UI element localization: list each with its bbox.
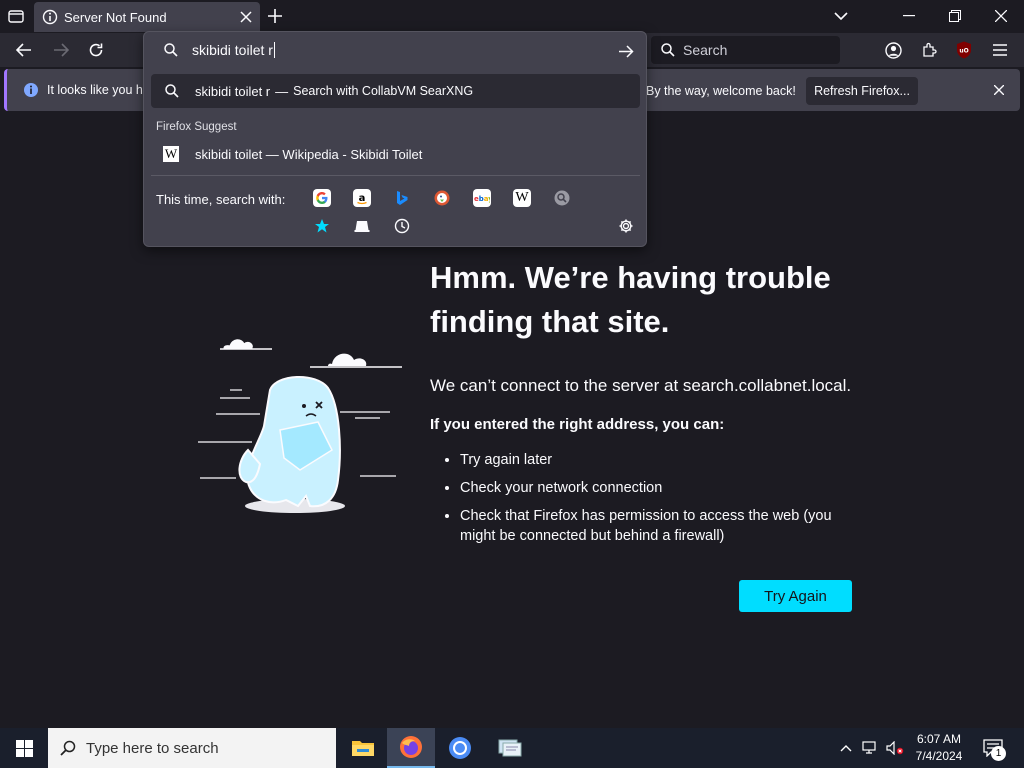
firefox-taskbar-icon[interactable] — [387, 728, 435, 768]
taskbar-search-placeholder: Type here to search — [86, 739, 219, 757]
clock-time: 6:07 AM — [916, 732, 962, 746]
duckduckgo-engine-icon[interactable] — [433, 189, 451, 207]
extensions-icon[interactable] — [919, 40, 939, 60]
error-illustration — [198, 339, 402, 513]
search-icon — [165, 84, 179, 98]
url-input-value: skibidi toilet r — [192, 42, 273, 58]
minimize-icon[interactable] — [899, 6, 919, 26]
refresh-firefox-button[interactable]: Refresh Firefox... — [806, 77, 918, 105]
forward-icon[interactable] — [51, 40, 71, 60]
svg-text:ebay: ebay — [474, 195, 490, 203]
menu-icon[interactable] — [990, 40, 1010, 60]
tabs-engine-icon[interactable] — [353, 217, 371, 235]
search-icon — [164, 43, 178, 57]
search-icon — [661, 43, 675, 57]
file-explorer-icon[interactable] — [339, 728, 387, 768]
tab-title: Server Not Found — [64, 9, 167, 25]
volume-muted-icon[interactable] — [885, 738, 905, 758]
list-all-tabs-icon[interactable] — [831, 6, 851, 26]
close-window-icon[interactable] — [991, 6, 1011, 26]
suggestion-title: skibidi toilet — Wikipedia - Skibidi Toi… — [195, 146, 423, 162]
search-suggestion-row[interactable]: skibidi toilet r — Search with CollabVM … — [151, 74, 640, 108]
bing-engine-icon[interactable] — [393, 189, 411, 207]
search-icon — [60, 740, 76, 756]
list-item: Try again later — [460, 450, 865, 470]
urlbar-dropdown: skibidi toilet r skibidi toilet r — Sear… — [143, 31, 647, 247]
taskbar-search-box[interactable]: Type here to search — [48, 728, 336, 768]
tab-list-icon[interactable] — [6, 6, 26, 26]
suggestion-action: Search with CollabVM SearXNG — [293, 84, 474, 98]
error-subheading: If you entered the right address, you ca… — [430, 416, 725, 433]
suggestion-separator: — — [275, 83, 289, 99]
search-with-label: This time, search with: — [156, 192, 286, 207]
notification-text-left: It looks like you ha — [47, 83, 150, 97]
firefox-suggest-heading: Firefox Suggest — [156, 121, 237, 133]
error-headline: Hmm. We’re having trouble finding that s… — [430, 260, 831, 339]
bookmarks-engine-icon[interactable] — [313, 217, 331, 235]
network-icon[interactable] — [861, 738, 879, 758]
new-tab-icon[interactable] — [265, 6, 285, 26]
info-icon — [23, 82, 39, 98]
chevron-up-icon[interactable] — [838, 738, 854, 758]
svg-text:uO: uO — [959, 48, 968, 55]
wikipedia-icon: W — [163, 146, 179, 162]
info-icon — [42, 9, 58, 25]
settings-gear-icon[interactable] — [617, 217, 635, 235]
back-icon[interactable] — [14, 40, 34, 60]
chromium-taskbar-icon[interactable] — [436, 728, 484, 768]
url-input[interactable]: skibidi toilet r — [144, 32, 646, 68]
svg-text:a: a — [359, 193, 366, 204]
reload-icon[interactable] — [86, 40, 106, 60]
ebay-engine-icon[interactable]: ebay — [473, 189, 491, 207]
amazon-engine-icon[interactable]: a — [353, 189, 371, 207]
search-bar[interactable]: Search — [651, 36, 840, 64]
app-taskbar-icon[interactable] — [485, 728, 533, 768]
google-engine-icon[interactable] — [313, 189, 331, 207]
suggestions-list: Try again later Check your network conne… — [445, 450, 865, 554]
divider — [151, 175, 640, 176]
tab-active[interactable]: Server Not Found — [34, 2, 260, 32]
list-item: Check that Firefox has permission to acc… — [460, 506, 865, 546]
account-icon[interactable] — [883, 40, 903, 60]
error-description: We can’t connect to the server at search… — [430, 376, 852, 395]
wikipedia-suggestion-row[interactable]: W skibidi toilet — Wikipedia - Skibidi T… — [151, 140, 640, 168]
suggestion-query: skibidi toilet r — [195, 83, 271, 99]
searxng-engine-icon[interactable] — [553, 189, 571, 207]
history-engine-icon[interactable] — [393, 217, 411, 235]
wikipedia-engine-icon[interactable]: W — [513, 189, 531, 207]
clock[interactable]: 6:07 AM 7/4/2024 — [910, 731, 968, 765]
ublock-origin-icon[interactable]: uO — [954, 40, 974, 60]
notification-count-badge: 1 — [991, 746, 1006, 761]
go-arrow-icon[interactable] — [616, 41, 636, 61]
close-tab-icon[interactable] — [240, 11, 252, 23]
clock-date: 7/4/2024 — [915, 749, 963, 763]
search-bar-placeholder: Search — [683, 42, 728, 58]
try-again-button[interactable]: Try Again — [739, 580, 852, 612]
restore-icon[interactable] — [945, 6, 965, 26]
notification-text-right: By the way, welcome back! — [646, 84, 796, 98]
text-cursor — [273, 42, 275, 58]
windows-start-icon[interactable] — [0, 728, 48, 768]
close-notification-icon[interactable] — [989, 80, 1009, 100]
list-item: Check your network connection — [460, 478, 865, 498]
